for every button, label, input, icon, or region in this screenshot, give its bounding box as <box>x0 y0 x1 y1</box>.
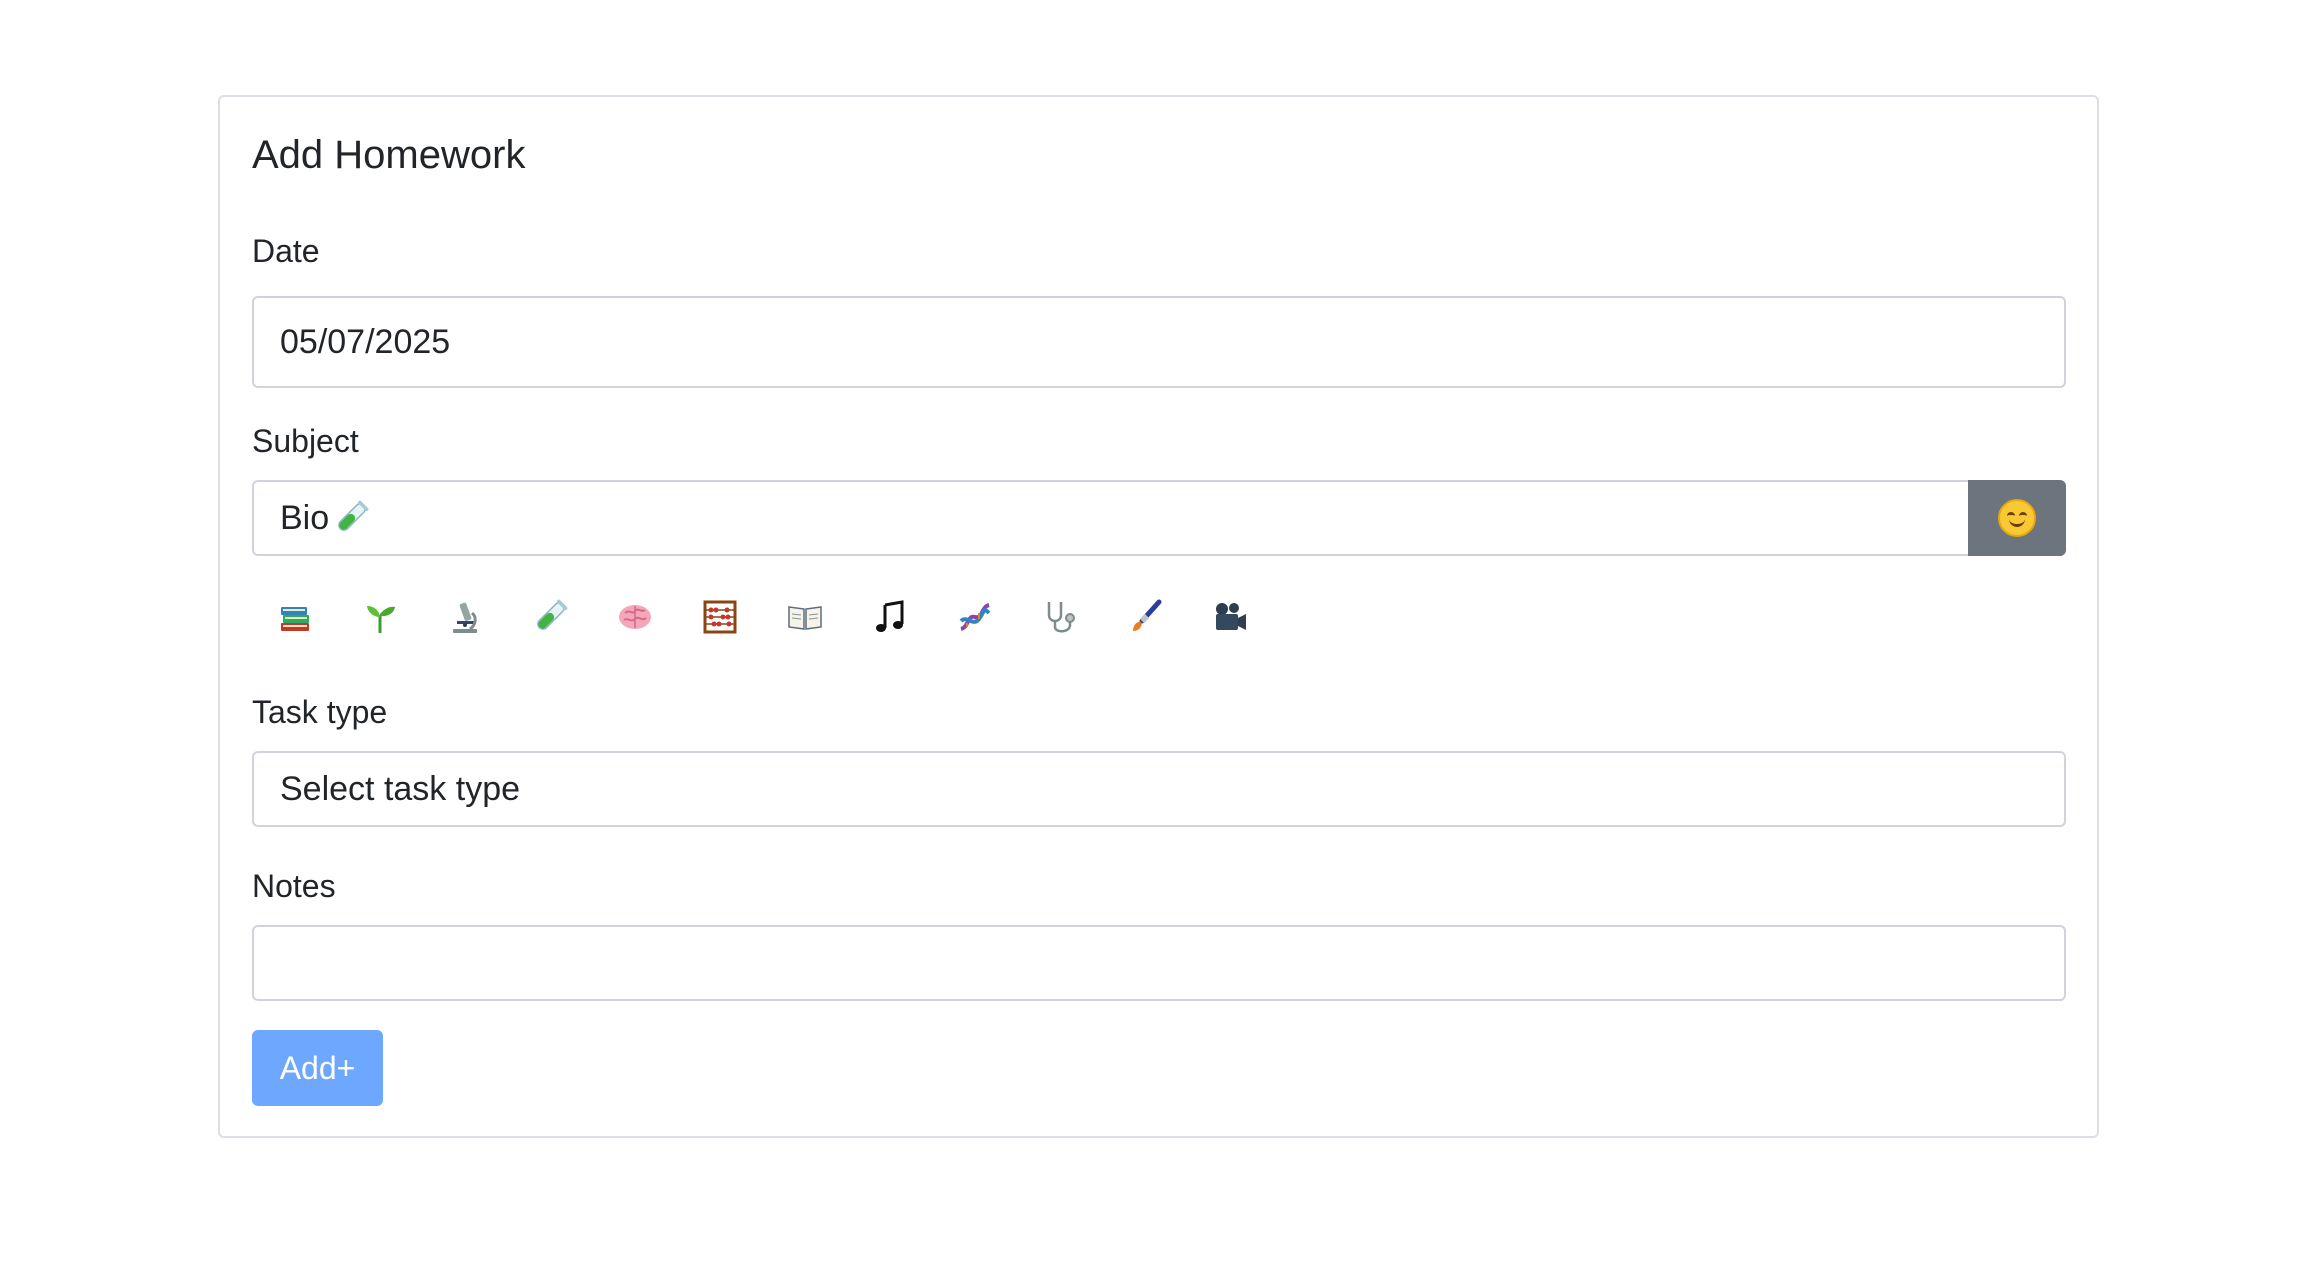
abacus-icon[interactable] <box>677 589 762 645</box>
add-homework-button[interactable]: Add+ <box>252 1030 383 1106</box>
microscope-icon[interactable] <box>422 589 507 645</box>
open-book-icon[interactable] <box>762 589 847 645</box>
test-tube-icon[interactable] <box>507 589 592 645</box>
emoji-palette <box>252 587 1272 647</box>
add-homework-card: Add Homework Date 05/07/2025 Subject Bio <box>218 95 2099 1138</box>
test-tube-icon <box>331 498 371 538</box>
stethoscope-icon[interactable] <box>1017 589 1102 645</box>
card-title: Add Homework <box>252 133 526 177</box>
musical-note-icon[interactable] <box>847 589 932 645</box>
smiling-face-icon <box>1998 499 2036 537</box>
subject-input[interactable]: Bio <box>252 480 1968 556</box>
date-value: 05/07/2025 <box>280 322 451 361</box>
subject-value: Bio <box>280 498 330 537</box>
paintbrush-icon[interactable] <box>1102 589 1187 645</box>
film-camera-icon[interactable] <box>1187 589 1272 645</box>
dna-icon[interactable] <box>932 589 1017 645</box>
task-type-placeholder: Select task type <box>280 769 521 808</box>
books-icon[interactable] <box>252 589 337 645</box>
subject-input-group: Bio <box>252 480 2066 556</box>
seedling-icon[interactable] <box>337 589 422 645</box>
emoji-picker-button[interactable] <box>1968 480 2066 556</box>
date-input[interactable]: 05/07/2025 <box>252 296 2066 388</box>
notes-input[interactable] <box>252 925 2066 1001</box>
notes-label: Notes <box>252 868 336 904</box>
task-type-select[interactable]: Select task type <box>252 751 2066 827</box>
task-type-label: Task type <box>252 694 388 730</box>
brain-icon[interactable] <box>592 589 677 645</box>
date-label: Date <box>252 233 320 269</box>
subject-label: Subject <box>252 423 359 459</box>
